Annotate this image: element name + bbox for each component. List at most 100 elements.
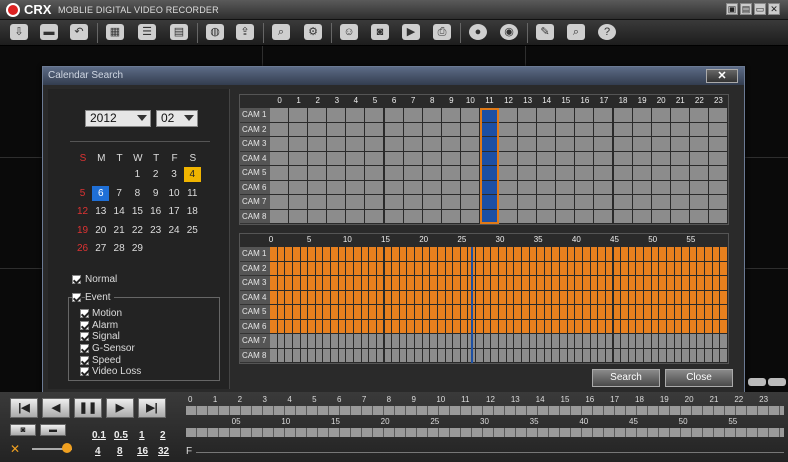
user-icon[interactable]: ☺: [340, 24, 358, 40]
minute-cell[interactable]: [544, 305, 553, 320]
minute-cell[interactable]: [476, 348, 484, 363]
minute-cell[interactable]: [598, 319, 606, 334]
minute-cell[interactable]: [376, 276, 385, 291]
minute-cell[interactable]: [720, 276, 728, 291]
minute-cell[interactable]: [270, 261, 278, 276]
hour-cell[interactable]: [499, 195, 519, 210]
hour-cell[interactable]: [270, 137, 290, 152]
minute-cell[interactable]: [476, 247, 484, 262]
minute-cell[interactable]: [720, 348, 728, 363]
hour-cell[interactable]: [651, 166, 671, 181]
minute-cell[interactable]: [308, 334, 316, 349]
minute-cell[interactable]: [445, 261, 454, 276]
minute-cell[interactable]: [308, 319, 316, 334]
minute-cell[interactable]: [422, 247, 431, 262]
minute-cell[interactable]: [353, 261, 362, 276]
minute-cell[interactable]: [315, 247, 324, 262]
undo-icon[interactable]: ↶: [70, 24, 88, 40]
calendar-day[interactable]: 13: [92, 204, 109, 219]
minute-cell[interactable]: [308, 261, 316, 276]
minute-cell[interactable]: [712, 348, 721, 363]
speed-16[interactable]: 16: [137, 446, 148, 457]
minute-cell[interactable]: [621, 261, 629, 276]
minute-cell[interactable]: [575, 305, 583, 320]
hour-cell[interactable]: [365, 137, 385, 152]
minute-cell[interactable]: [323, 305, 332, 320]
minute-cell[interactable]: [651, 276, 660, 291]
minute-cell[interactable]: [315, 276, 324, 291]
minute-cell[interactable]: [376, 305, 385, 320]
minute-cell[interactable]: [666, 319, 675, 334]
minute-cell[interactable]: [453, 290, 461, 305]
minute-cell[interactable]: [537, 305, 545, 320]
minute-cell[interactable]: [277, 247, 286, 262]
calendar-day[interactable]: 20: [92, 223, 109, 238]
frame-track[interactable]: [196, 452, 784, 453]
minute-cell[interactable]: [331, 305, 339, 320]
hour-cell[interactable]: [403, 209, 423, 224]
speed-4[interactable]: 4: [95, 446, 101, 457]
minute-cell[interactable]: [590, 290, 599, 305]
hour-cell[interactable]: [365, 166, 385, 181]
minute-cell[interactable]: [270, 290, 278, 305]
minute-cell[interactable]: [644, 261, 652, 276]
hour-cell[interactable]: [499, 180, 519, 195]
minute-cell[interactable]: [460, 247, 469, 262]
hour-cell[interactable]: [518, 137, 538, 152]
monitor-search-icon[interactable]: ⌕: [567, 24, 585, 40]
video-camera-icon[interactable]: ▶: [402, 24, 420, 40]
minute-cell[interactable]: [605, 276, 614, 291]
snapshot-icon[interactable]: ◙: [10, 424, 36, 436]
hour-cell[interactable]: [270, 122, 290, 137]
calendar-day[interactable]: 28: [111, 241, 128, 256]
minute-cell[interactable]: [323, 247, 332, 262]
minute-cell[interactable]: [285, 261, 293, 276]
minute-cell[interactable]: [720, 319, 728, 334]
minute-cell[interactable]: [460, 348, 469, 363]
calendar-day[interactable]: 6: [92, 185, 110, 201]
hour-cell[interactable]: [365, 122, 385, 137]
minute-cell[interactable]: [415, 290, 423, 305]
window-menu-button[interactable]: ▤: [740, 3, 752, 15]
minute-cell[interactable]: [644, 305, 652, 320]
minute-cell[interactable]: [598, 348, 606, 363]
hour-cell[interactable]: [670, 122, 690, 137]
minute-cell[interactable]: [560, 319, 568, 334]
minute-cell[interactable]: [491, 348, 499, 363]
minute-cell[interactable]: [376, 319, 385, 334]
scroll-right-button[interactable]: [768, 378, 786, 386]
hour-cell[interactable]: [308, 166, 328, 181]
minute-cell[interactable]: [460, 290, 469, 305]
minute-cell[interactable]: [636, 305, 645, 320]
hour-cell[interactable]: [518, 180, 538, 195]
minute-cell[interactable]: [437, 334, 446, 349]
minute-cell[interactable]: [277, 305, 286, 320]
minute-cell[interactable]: [277, 319, 286, 334]
minute-cell[interactable]: [491, 334, 499, 349]
minute-cell[interactable]: [590, 261, 599, 276]
minute-cell[interactable]: [491, 319, 499, 334]
minute-cell[interactable]: [651, 319, 660, 334]
hour-cell[interactable]: [365, 108, 385, 123]
minute-cell[interactable]: [582, 305, 591, 320]
minute-cell[interactable]: [453, 276, 461, 291]
minute-cell[interactable]: [674, 348, 683, 363]
minute-cell[interactable]: [415, 305, 423, 320]
minute-cell[interactable]: [437, 247, 446, 262]
search-button[interactable]: Search: [592, 369, 660, 387]
minute-cell[interactable]: [552, 276, 561, 291]
minute-cell[interactable]: [575, 348, 583, 363]
calendar-day[interactable]: 23: [147, 223, 164, 238]
hour-cell[interactable]: [632, 137, 652, 152]
minute-cell[interactable]: [590, 247, 599, 262]
minute-cell[interactable]: [636, 334, 645, 349]
minute-cell[interactable]: [605, 247, 614, 262]
hour-cell[interactable]: [556, 108, 576, 123]
minute-cell[interactable]: [453, 348, 461, 363]
minute-cell[interactable]: [384, 261, 393, 276]
hour-cell[interactable]: [365, 180, 385, 195]
minute-cell[interactable]: [537, 276, 545, 291]
minute-cell[interactable]: [682, 305, 690, 320]
minute-cell[interactable]: [300, 261, 309, 276]
hour-cell[interactable]: [518, 195, 538, 210]
